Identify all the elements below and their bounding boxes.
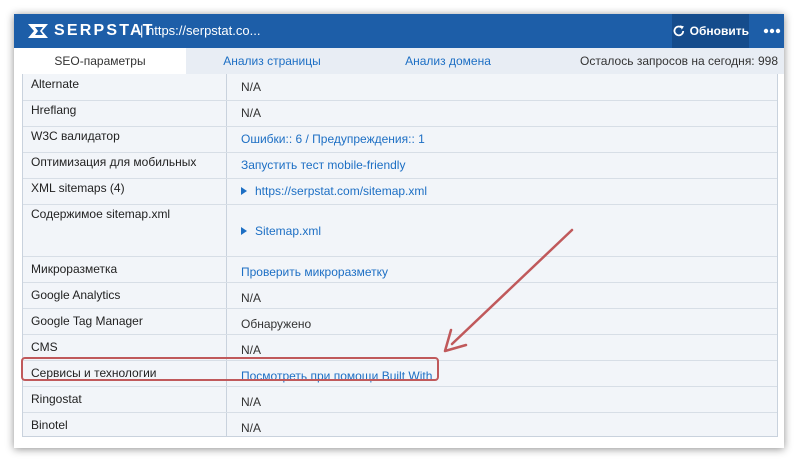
sitemap-xml-text[interactable]: Sitemap.xml <box>255 224 321 238</box>
page-url: | https://serpstat.co... <box>140 23 261 38</box>
top-bar: SERPSTAT | https://serpstat.co... Обнови… <box>14 14 784 48</box>
table-row-w3c-validator: W3C валидатор Ошибки:: 6 / Предупреждени… <box>23 126 777 152</box>
more-options-button[interactable] <box>760 14 784 48</box>
serpstat-logo: SERPSTAT <box>28 14 155 48</box>
table-row-ringostat: Ringostat N/A <box>23 386 777 412</box>
table-row-binotel: Binotel N/A <box>23 412 777 436</box>
table-row-xml-sitemaps: XML sitemaps (4) https://serpstat.com/si… <box>23 178 777 204</box>
mobile-friendly-test-link[interactable]: Запустить тест mobile-friendly <box>241 158 405 172</box>
tab-page-analysis[interactable]: Анализ страницы <box>186 48 358 74</box>
table-row-alternate: Alternate N/A <box>23 74 777 100</box>
table-row-microdata: Микроразметка Проверить микроразметку <box>23 256 777 282</box>
tab-domain-analysis[interactable]: Анализ домена <box>358 48 538 74</box>
row-label: Google Tag Manager <box>31 314 143 328</box>
serpstat-plugin-window: SERPSTAT | https://serpstat.co... Обнови… <box>14 14 784 448</box>
check-microdata-link[interactable]: Проверить микроразметку <box>241 265 388 279</box>
row-label: Ringostat <box>31 392 82 406</box>
row-label: Микроразметка <box>31 262 118 276</box>
row-label: Сервисы и технологии <box>31 366 157 380</box>
refresh-label: Обновить <box>689 24 749 38</box>
table-row-mobile-optimization: Оптимизация для мобильных Запустить тест… <box>23 152 777 178</box>
row-label: Оптимизация для мобильных <box>31 155 197 169</box>
table-row-hreflang: Hreflang N/A <box>23 100 777 126</box>
row-value: N/A <box>241 421 262 435</box>
row-value: Обнаружено <box>241 317 312 331</box>
sitemap-url-link[interactable]: https://serpstat.com/sitemap.xml <box>241 184 427 198</box>
row-value: N/A <box>241 343 262 357</box>
refresh-icon <box>673 25 685 37</box>
serpstat-logo-icon <box>28 24 48 38</box>
w3c-errors-link[interactable]: Ошибки:: 6 / Предупреждения:: 1 <box>241 132 425 146</box>
requests-remaining: Осталось запросов на сегодня: 998 <box>580 54 778 68</box>
row-label: Google Analytics <box>31 288 121 302</box>
refresh-button[interactable]: Обновить <box>672 14 749 48</box>
row-value: N/A <box>241 291 262 305</box>
seo-parameters-table: Alternate N/A Hreflang N/A W3C валидатор… <box>22 74 778 437</box>
built-with-link[interactable]: Посмотреть при помощи Built With <box>241 369 432 383</box>
row-label: XML sitemaps (4) <box>31 181 125 195</box>
more-horizontal-icon <box>763 28 781 34</box>
expand-triangle-icon[interactable] <box>241 226 247 235</box>
row-label: Hreflang <box>31 103 77 117</box>
table-row-google-tag-manager: Google Tag Manager Обнаружено <box>23 308 777 334</box>
table-row-sitemap-content: Содержимое sitemap.xml Sitemap.xml <box>23 204 777 256</box>
row-label: Alternate <box>31 77 80 91</box>
tab-seo-parameters[interactable]: SEO-параметры <box>14 48 186 74</box>
tab-bar: SEO-параметры Анализ страницы Анализ дом… <box>14 48 784 74</box>
expand-triangle-icon[interactable] <box>241 186 247 195</box>
sitemap-url-text[interactable]: https://serpstat.com/sitemap.xml <box>255 184 427 198</box>
row-label: Содержимое sitemap.xml <box>31 207 171 221</box>
row-value: N/A <box>241 80 262 94</box>
table-row-google-analytics: Google Analytics N/A <box>23 282 777 308</box>
row-label: W3C валидатор <box>31 129 120 143</box>
row-value: N/A <box>241 395 262 409</box>
table-row-cms: CMS N/A <box>23 334 777 360</box>
table-row-services-technologies: Сервисы и технологии Посмотреть при помо… <box>23 360 777 386</box>
row-value: N/A <box>241 106 262 120</box>
row-label: CMS <box>31 340 58 354</box>
sitemap-xml-link[interactable]: Sitemap.xml <box>241 224 321 238</box>
row-label: Binotel <box>31 418 68 432</box>
